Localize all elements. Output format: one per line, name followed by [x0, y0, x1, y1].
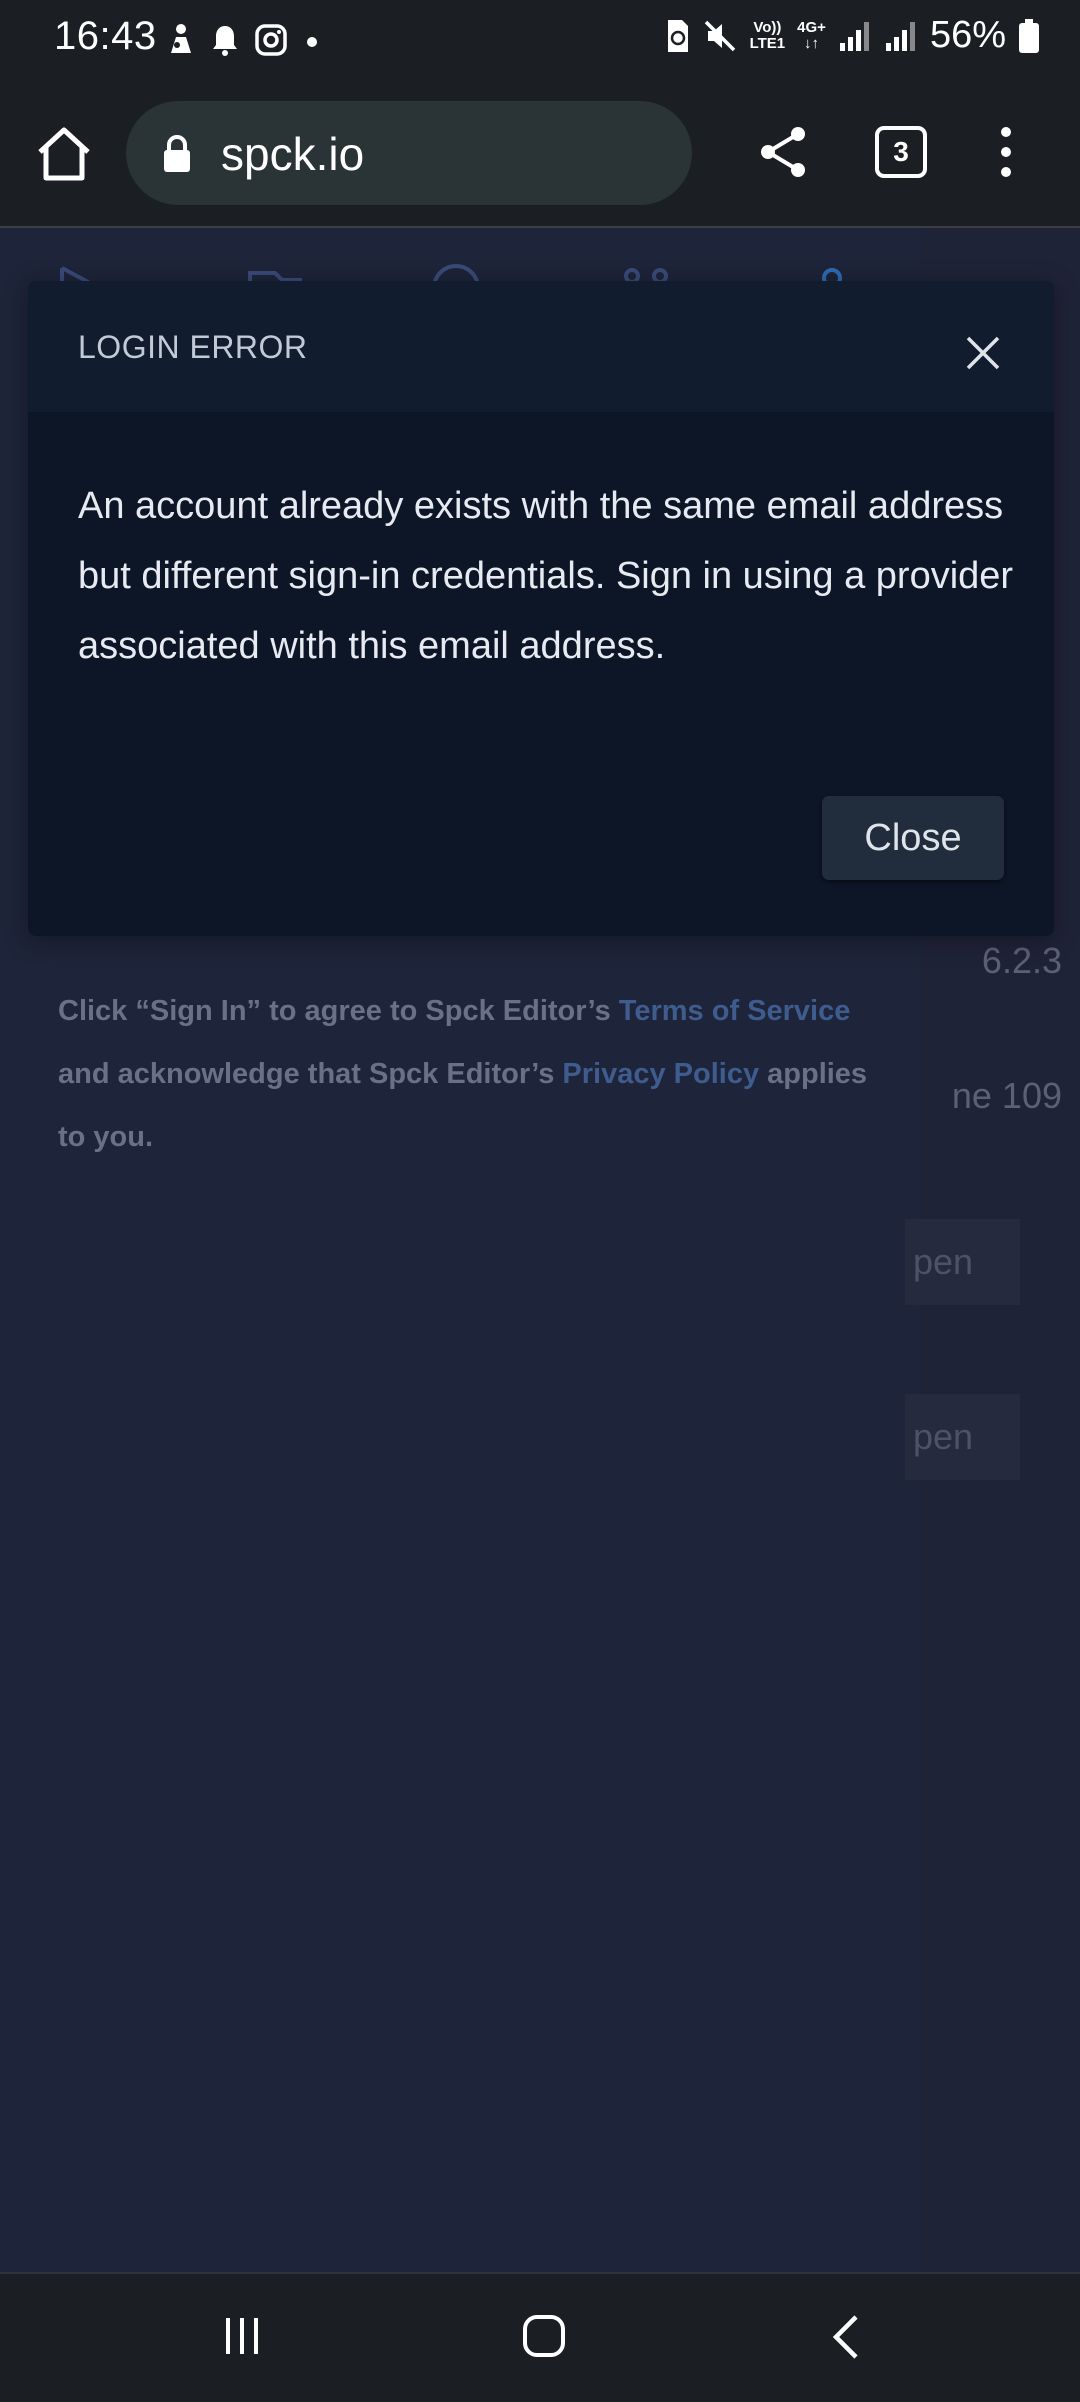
dialog-title: LOGIN ERROR — [78, 329, 308, 365]
signal-icon-2 — [885, 21, 915, 51]
data-arrows-icon: ↓↑ — [804, 34, 820, 52]
status-left-icons — [166, 20, 322, 60]
volte-indicator: Vo)) LTE1 — [749, 18, 786, 52]
nav-home-icon[interactable] — [522, 2314, 566, 2358]
app-nav-faded — [60, 264, 842, 288]
legal-notice: Click “Sign In” to agree to Spck Editor’… — [58, 995, 868, 1153]
close-icon[interactable] — [965, 335, 1001, 371]
home-icon[interactable] — [32, 122, 96, 186]
more-menu-icon[interactable] — [990, 120, 1022, 184]
instagram-icon — [255, 24, 287, 56]
back-icon[interactable] — [830, 2314, 860, 2360]
browser-toolbar: spck.io 3 — [0, 80, 1080, 228]
lock-icon — [164, 135, 190, 172]
close-button[interactable]: Close — [822, 796, 1004, 880]
status-time: 16:43 — [54, 14, 157, 58]
login-error-dialog: LOGIN ERROR An account already exists wi… — [28, 281, 1054, 936]
sim-card-icon — [667, 19, 688, 52]
lines-text: ne 109 — [951, 1075, 1062, 1116]
system-navigation-bar — [0, 2272, 1080, 2402]
share-icon[interactable] — [752, 120, 816, 184]
open-button-2[interactable]: pen — [905, 1394, 1020, 1480]
status-right-icons: Vo)) LTE1 4G+ ↓↑ 56% — [664, 14, 1040, 57]
mute-icon — [704, 20, 735, 51]
tab-count-button[interactable]: 3 — [875, 126, 927, 178]
url-bar[interactable]: spck.io — [126, 101, 692, 205]
dialog-header: LOGIN ERROR — [28, 281, 1054, 412]
url-text: spck.io — [221, 128, 365, 180]
open-button-1[interactable]: pen — [905, 1219, 1020, 1305]
dialog-message: An account already exists with the same … — [78, 485, 1014, 667]
privacy-policy-link[interactable]: Privacy Policy — [562, 1058, 759, 1090]
network-type: 4G+ ↓↑ — [797, 18, 826, 52]
bell-icon — [213, 26, 237, 56]
game-notification-icon — [171, 24, 191, 53]
terms-of-service-link[interactable]: Terms of Service — [619, 995, 851, 1027]
dot-icon — [307, 37, 317, 47]
signal-icon-1 — [839, 21, 869, 51]
status-bar: 16:43 Vo)) LTE1 4G+ ↓↑ 56% — [0, 0, 1080, 80]
battery-icon — [1019, 18, 1039, 53]
version-text: 6.2.3 — [981, 940, 1062, 981]
recent-apps-icon[interactable] — [222, 2316, 262, 2356]
battery-percent: 56% — [929, 14, 1006, 56]
